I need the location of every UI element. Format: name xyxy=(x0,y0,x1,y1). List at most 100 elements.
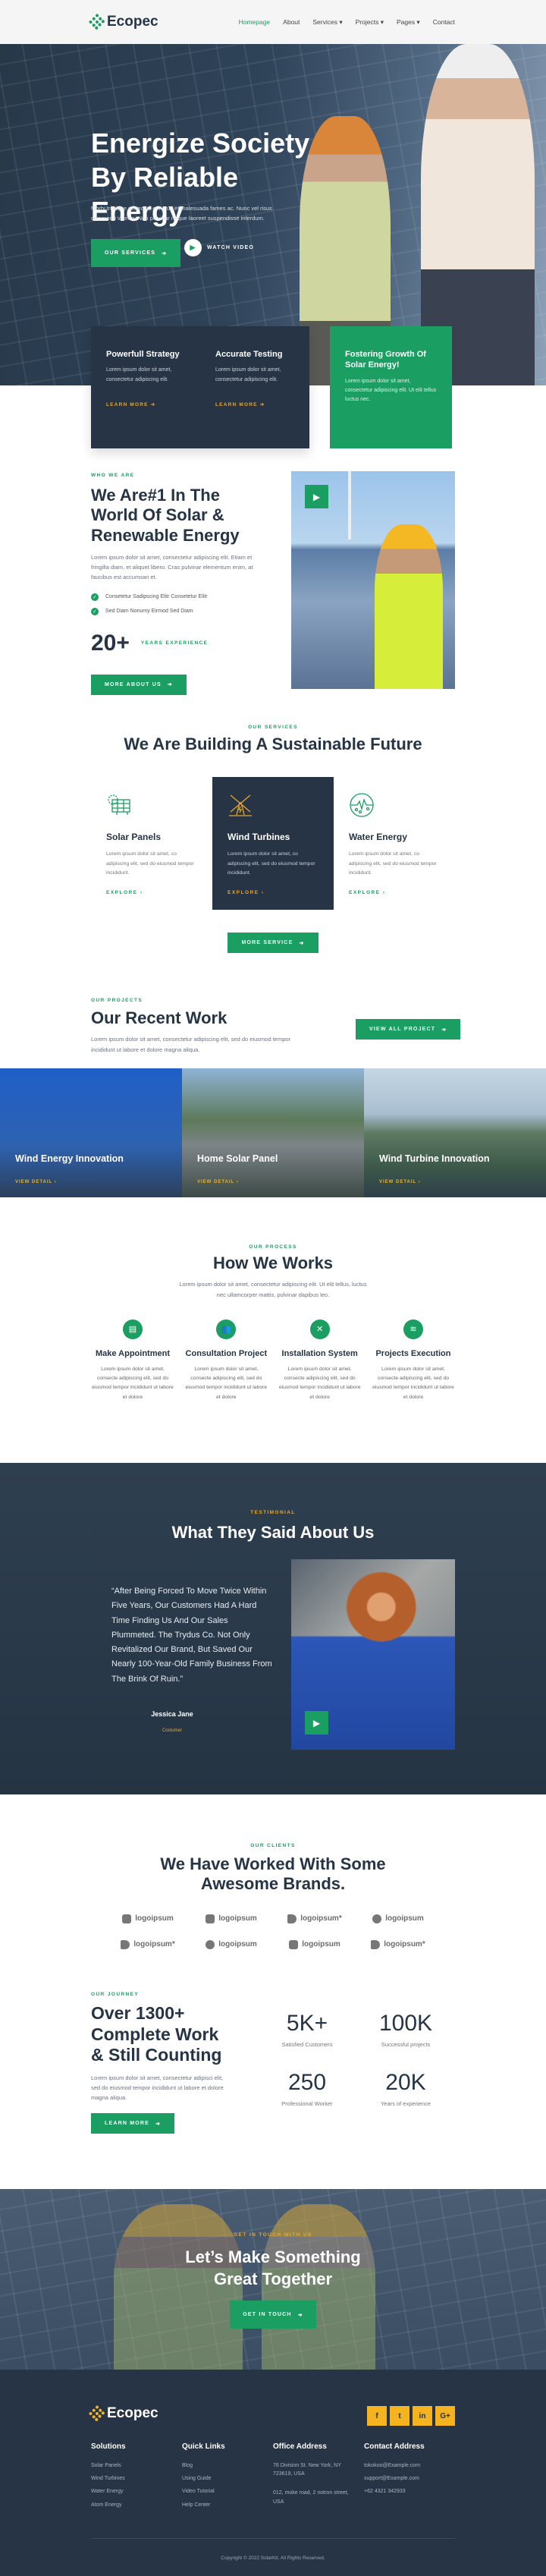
projects-eyebrow: Our Projects xyxy=(91,998,143,1003)
projects-text: Lorem ipsum dolor sit amet, consectetur … xyxy=(91,1036,291,1053)
play-video-button[interactable]: ▶ xyxy=(305,1711,328,1735)
brand-name: Ecopec xyxy=(107,14,158,30)
nav-pages[interactable]: Pages ▾ xyxy=(397,18,420,27)
logo-mark-icon xyxy=(88,13,106,31)
wind-turbine-shape xyxy=(348,471,351,539)
process-text: Lorem ipsum dolor sit amet, consectetur … xyxy=(179,1281,367,1298)
facebook-icon[interactable]: f xyxy=(367,2406,387,2426)
explore-link[interactable]: Explore › xyxy=(228,890,318,895)
testimonial-quote: “After Being Forced To Move Twice Within… xyxy=(111,1587,272,1684)
learn-more-link[interactable]: Learn More ➔ xyxy=(215,401,294,407)
arrow-right-icon: ➔ xyxy=(155,2121,162,2127)
email-link[interactable]: support@Example.com xyxy=(364,2474,455,2483)
logo-icon xyxy=(372,1914,382,1923)
footer: Ecopec f t in G+ Solutions Solar Panels Wi… xyxy=(0,2370,546,2576)
divider xyxy=(91,2538,455,2539)
twitter-icon[interactable]: t xyxy=(390,2406,410,2426)
phone-link[interactable]: +62 4321 342933 xyxy=(364,2487,455,2496)
more-about-us-button[interactable]: More About Us ➔ xyxy=(91,674,187,695)
author-role: Costumer xyxy=(162,1728,182,1733)
footer-link[interactable]: Atom Energy xyxy=(91,2501,182,2509)
learn-more-link[interactable]: Learn More ➔ xyxy=(106,401,185,407)
testimonial-section: Testimonial What They Said About Us “Aft… xyxy=(0,1463,546,1794)
stat: 20K Years of experience xyxy=(380,2070,431,2107)
testimonial-eyebrow: Testimonial xyxy=(250,1510,296,1515)
google-plus-icon[interactable]: G+ xyxy=(435,2406,455,2426)
service-card-water[interactable]: Water Energy Lorem ipsum dolor sit amet, … xyxy=(334,777,455,910)
wind-icon: ≋ xyxy=(403,1319,423,1339)
feature-title: Fostering Growth Of Solar Energy! xyxy=(345,350,426,370)
explore-link[interactable]: Explore › xyxy=(106,890,197,895)
footer-logo[interactable]: Ecopec xyxy=(88,2405,158,2422)
logo-icon xyxy=(289,1939,299,1949)
footer-link[interactable]: Blog xyxy=(182,2461,273,2470)
play-icon: ▶ xyxy=(184,239,202,256)
footer-link[interactable]: Using Guide xyxy=(182,2474,273,2483)
stat: 5K+ Satisfied Customers xyxy=(281,2011,333,2048)
footer-contact: Contact Address tokokoo@Example.com suppor… xyxy=(364,2442,455,2514)
nav-projects[interactable]: Projects ▾ xyxy=(356,18,384,27)
footer-link[interactable]: Solar Panels xyxy=(91,2461,182,2470)
more-service-button[interactable]: More Service ➔ xyxy=(228,933,318,954)
logo[interactable]: Ecopec xyxy=(88,13,158,31)
nav-homepage[interactable]: Homepage xyxy=(239,18,271,27)
journey-text: Lorem ipsum dolor sit amet, consectetur … xyxy=(91,2074,224,2102)
about-text: Lorem ipsum dolor sit amet, consectetur … xyxy=(91,554,253,581)
copyright: Copyright © 2022 SolarKit. All Rights Re… xyxy=(221,2556,325,2561)
stat: 250 Professional Worker xyxy=(281,2070,333,2107)
button-label: Our Services xyxy=(105,250,156,256)
project-card[interactable]: Wind Turbine Innovation View Detail › xyxy=(364,1068,546,1197)
features: Powerfull Strategy Lorem ipsum dolor sit … xyxy=(0,326,546,461)
hero-description: Morbi tristique senectus et netus et mal… xyxy=(91,205,272,222)
get-in-touch-button[interactable]: Get In Touch ➔ xyxy=(230,2301,316,2329)
check-circle-icon: ✓ xyxy=(91,593,99,601)
feature-text: Lorem ipsum dolor sit amet, consectetur … xyxy=(215,367,281,382)
solar-panel-icon xyxy=(108,794,130,816)
view-all-project-button[interactable]: View All Project ➔ xyxy=(356,1019,461,1040)
process-eyebrow: Our Process xyxy=(249,1244,297,1250)
view-detail-link[interactable]: View Detail › xyxy=(379,1180,421,1184)
service-card-solar[interactable]: Solar Panels Lorem ipsum dolor sit amet, … xyxy=(91,777,212,910)
view-detail-link[interactable]: View Detail › xyxy=(15,1180,57,1184)
project-card[interactable]: Home Solar Panel View Detail › xyxy=(182,1068,364,1197)
arrow-right-icon: ➔ xyxy=(297,2312,303,2318)
check-circle-icon: ✓ xyxy=(91,607,99,615)
logo-icon xyxy=(206,1939,215,1949)
email-link[interactable]: tokokoo@Example.com xyxy=(364,2461,455,2470)
our-services-button[interactable]: Our Services ➔ xyxy=(91,239,181,267)
services-title: We Are Building A Sustainable Future xyxy=(124,734,422,753)
feature-text: Lorem ipsum dolor sit amet, consectetur … xyxy=(345,378,437,403)
author-name: Jessica Jane xyxy=(151,1710,193,1718)
linkedin-icon[interactable]: in xyxy=(413,2406,432,2426)
logo-icon xyxy=(287,1914,297,1923)
clients-eyebrow: Our Clients xyxy=(250,1843,296,1848)
footer-link[interactable]: Water Energy xyxy=(91,2487,182,2496)
client-logo: logoipsum* xyxy=(356,1939,440,1949)
about-eyebrow: Who We Are xyxy=(91,473,135,478)
footer-quick-links: Quick Links Blog Using Guide Video Tutorial… xyxy=(182,2442,273,2514)
logo-icon xyxy=(371,1939,381,1949)
footer-link[interactable]: Wind Turbines xyxy=(91,2474,182,2483)
feature-title: Powerfull Strategy xyxy=(106,350,180,359)
process-step: ≋ Projects Execution Lorem ipsum dolor sit… xyxy=(372,1319,455,1402)
project-card[interactable]: Wind Energy Innovation View Detail › xyxy=(0,1068,182,1197)
clients-title: We Have Worked With Some Awesome Brands. xyxy=(160,1854,386,1894)
nav-about[interactable]: About xyxy=(283,18,300,27)
testimonial-image: ▶ xyxy=(291,1559,455,1750)
explore-link[interactable]: Explore › xyxy=(349,890,440,895)
feature-title: Accurate Testing xyxy=(215,350,283,359)
journey-section: Our Journey Over 1300+ Complete Work & S… xyxy=(0,1977,546,2189)
learn-more-button[interactable]: Learn More ➔ xyxy=(91,2113,175,2134)
footer-link[interactable]: Video Tutorial xyxy=(182,2487,273,2496)
cta-section: Get In Touch With Us Let’s Make Somethin… xyxy=(0,2189,546,2370)
nav-services[interactable]: Services ▾ xyxy=(312,18,342,27)
about-title: We Are#1 In The World Of Solar & Renewab… xyxy=(91,486,240,545)
years-label: Years Experience xyxy=(140,640,209,646)
service-card-wind[interactable]: Wind Turbines Lorem ipsum dolor sit amet,… xyxy=(212,777,334,911)
watch-video-button[interactable]: ▶ Watch Video xyxy=(184,239,254,256)
nav-contact[interactable]: Contact xyxy=(433,18,455,27)
about-worker-image: ▶ xyxy=(291,471,455,689)
footer-link[interactable]: Help Center xyxy=(182,2501,273,2509)
view-detail-link[interactable]: View Detail › xyxy=(197,1180,239,1184)
play-video-button[interactable]: ▶ xyxy=(305,485,328,508)
